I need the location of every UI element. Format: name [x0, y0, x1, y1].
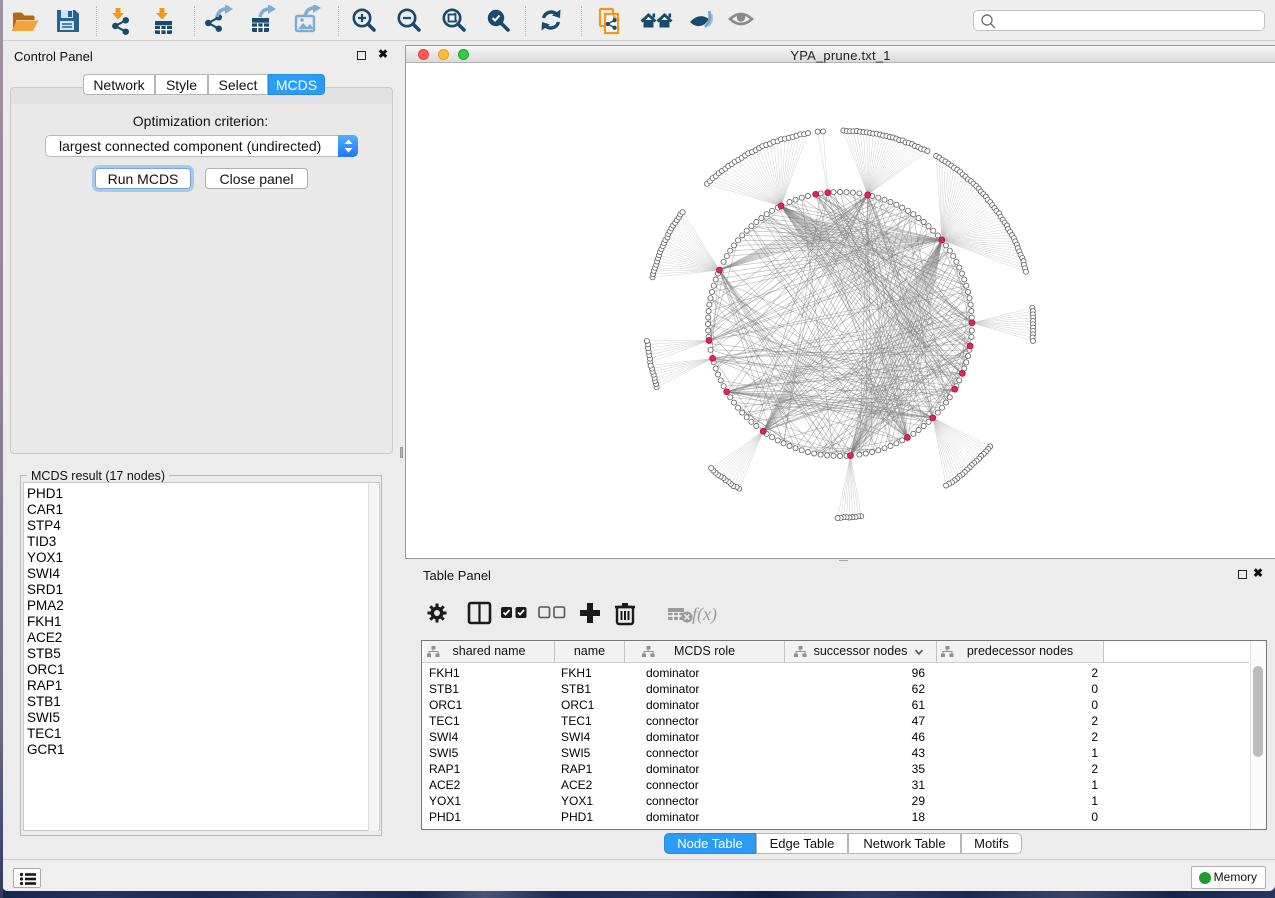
svg-text:f(x): f(x) — [692, 604, 717, 625]
